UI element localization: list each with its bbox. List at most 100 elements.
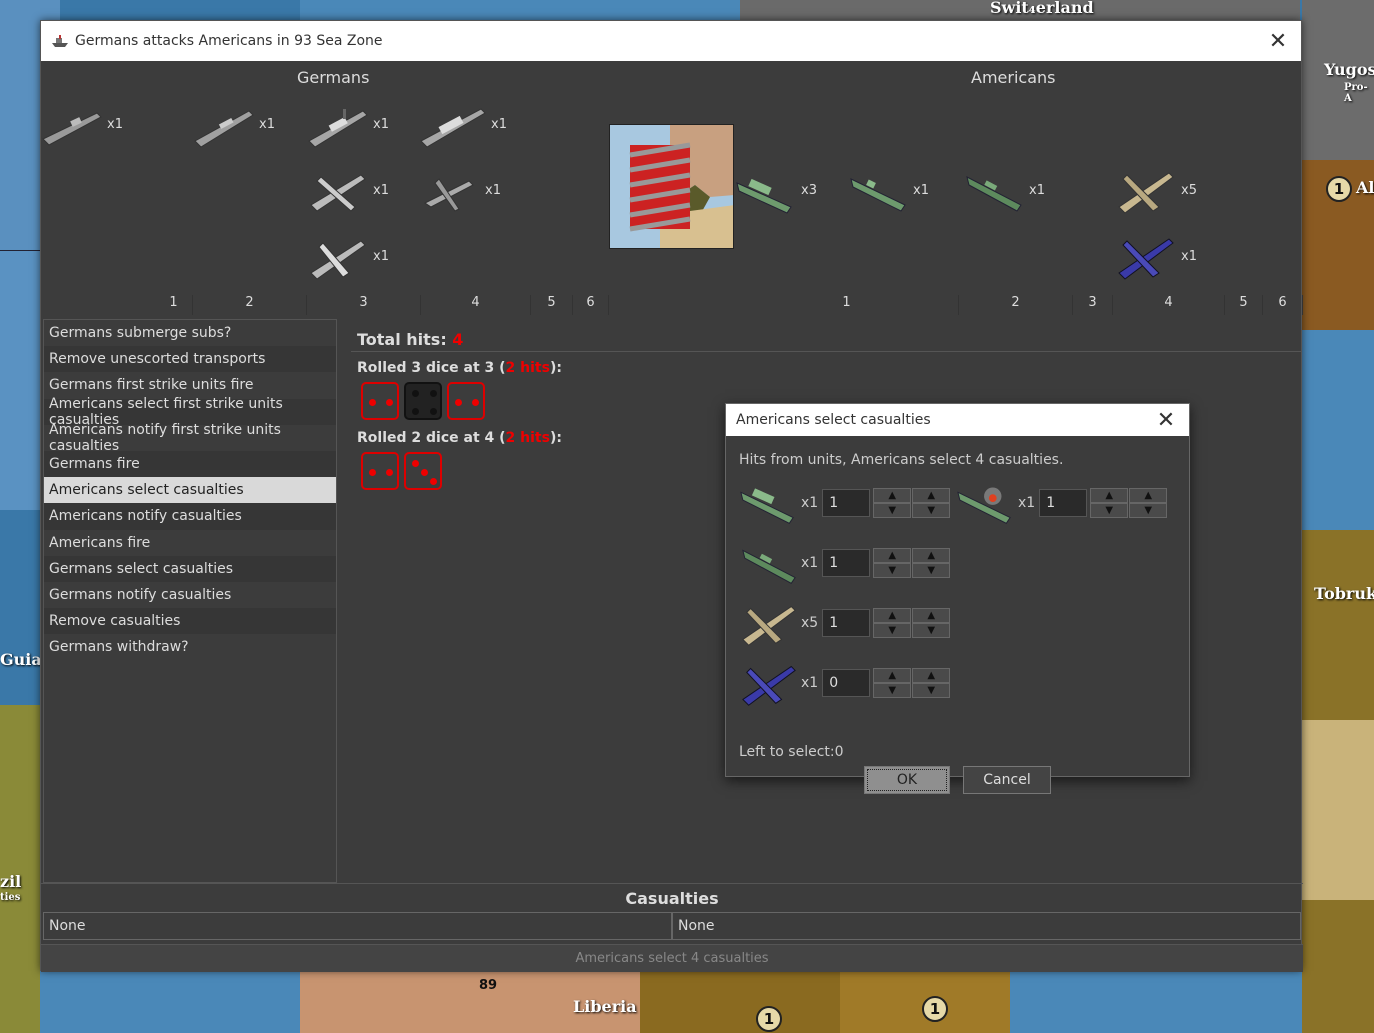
american-destroyer-unit: x1 bbox=[963, 165, 1045, 215]
battle-step-item[interactable]: Americans notify first strike units casu… bbox=[44, 422, 336, 454]
unit-count: x1 bbox=[801, 675, 819, 691]
dice-value-label: 5 bbox=[1225, 295, 1263, 315]
decrement-arrow-icon[interactable]: ▼ bbox=[873, 683, 912, 698]
battle-step-item[interactable]: Remove unescorted transports bbox=[44, 346, 336, 373]
dialog-titlebar[interactable]: Americans select casualties ✕ bbox=[726, 404, 1189, 436]
decrement-arrow-icon[interactable]: ▼ bbox=[873, 623, 912, 638]
battle-step-item[interactable]: Americans notify casualties bbox=[44, 503, 336, 530]
unit-count: x1 bbox=[1029, 182, 1045, 198]
sea-zone-number: 89 bbox=[479, 978, 498, 993]
casualty-row-damaged-transport: x1 1 ▲ ▼ ▲ ▼ bbox=[956, 478, 1168, 528]
battle-terrain-tile bbox=[609, 124, 734, 249]
battle-window-title: Germans attacks Americans in 93 Sea Zone bbox=[75, 33, 383, 49]
casualty-count-field[interactable]: 0 bbox=[822, 669, 871, 697]
increment-arrow-icon[interactable]: ▲ bbox=[1090, 488, 1129, 503]
increment-arrow-icon[interactable]: ▲ bbox=[873, 488, 912, 503]
casualty-count-field[interactable]: 1 bbox=[1039, 489, 1088, 517]
american-transport-unit: x3 bbox=[735, 165, 817, 215]
battle-step-item[interactable]: Americans fire bbox=[44, 530, 336, 556]
die-hit bbox=[361, 382, 399, 420]
battle-step-item[interactable]: Germans select casualties bbox=[44, 555, 336, 582]
roll-summary: Rolled 3 dice at 3 (2 hits): bbox=[351, 360, 1301, 376]
quantity-stepper: ▲ ▼ ▲ ▼ bbox=[872, 608, 951, 638]
american-fighter-unit: x5 bbox=[1115, 165, 1197, 215]
battle-step-item[interactable]: Americans select casualties bbox=[44, 477, 336, 504]
cruiser-icon bbox=[308, 109, 368, 148]
submarine-icon bbox=[42, 112, 102, 146]
damaged-transport-icon bbox=[957, 487, 1011, 524]
battle-step-item[interactable]: Germans submerge subs? bbox=[44, 320, 336, 346]
close-icon[interactable]: ✕ bbox=[1143, 404, 1189, 436]
casualty-row-destroyer: x1 1 ▲ ▼ ▲ ▼ bbox=[739, 538, 951, 588]
battleship-app-icon bbox=[52, 35, 68, 47]
map-label-al: Al bbox=[1356, 178, 1374, 197]
sea-zone bbox=[40, 971, 300, 1033]
increment-arrow-icon[interactable]: ▲ bbox=[873, 668, 912, 683]
dice-value-label: 3 bbox=[307, 295, 421, 315]
decrement-arrow-icon[interactable]: ▼ bbox=[873, 503, 912, 518]
die-pip bbox=[412, 390, 419, 397]
casualty-count-field[interactable]: 1 bbox=[822, 489, 871, 517]
quantity-stepper: ▲ ▼ ▲ ▼ bbox=[872, 488, 951, 518]
die-pip bbox=[386, 399, 393, 406]
roll-summary-prefix: Rolled 2 dice at 4 ( bbox=[357, 430, 506, 446]
battle-window-titlebar[interactable]: Germans attacks Americans in 93 Sea Zone… bbox=[41, 21, 1301, 61]
ok-button[interactable]: OK bbox=[864, 766, 950, 794]
europe-land bbox=[1302, 0, 1374, 160]
battle-step-item[interactable]: Americans select first strike units casu… bbox=[44, 396, 336, 428]
sea-zone bbox=[1302, 330, 1374, 530]
max-arrow-icon[interactable]: ▲ bbox=[912, 608, 951, 623]
die-hit bbox=[447, 382, 485, 420]
roll-hits-count: 2 hits bbox=[505, 430, 550, 446]
min-arrow-icon[interactable]: ▼ bbox=[912, 503, 951, 518]
casualty-count-field[interactable]: 1 bbox=[822, 549, 871, 577]
battle-step-item[interactable]: Remove casualties bbox=[44, 608, 336, 635]
battle-steps-list[interactable]: Germans submerge subs? Remove unescorted … bbox=[43, 319, 337, 883]
roll-summary-suffix: ): bbox=[549, 360, 562, 376]
die-pip bbox=[369, 399, 376, 406]
max-arrow-icon[interactable]: ▲ bbox=[1129, 488, 1168, 503]
max-arrow-icon[interactable]: ▲ bbox=[912, 488, 951, 503]
battle-step-item[interactable]: Germans first strike units fire bbox=[44, 372, 336, 398]
close-icon[interactable]: ✕ bbox=[1255, 21, 1301, 61]
min-arrow-icon[interactable]: ▼ bbox=[912, 563, 951, 578]
decrement-arrow-icon[interactable]: ▼ bbox=[1090, 503, 1129, 518]
dice-value-label: 4 bbox=[1113, 295, 1225, 315]
decrement-arrow-icon[interactable]: ▼ bbox=[873, 563, 912, 578]
destroyer-icon bbox=[742, 549, 796, 584]
american-naval-fighter-unit: x1 bbox=[1115, 231, 1197, 281]
map-label-pro-axis: Pro-A bbox=[1344, 82, 1368, 104]
defender-casualties: None bbox=[672, 912, 1301, 940]
min-arrow-icon[interactable]: ▼ bbox=[1129, 503, 1168, 518]
unit-count: x1 bbox=[1018, 495, 1036, 511]
dice-value-label: 6 bbox=[1263, 295, 1303, 315]
desert-land bbox=[1302, 720, 1374, 900]
unit-count: x1 bbox=[801, 495, 819, 511]
sea-zone bbox=[0, 250, 40, 510]
bomber-icon bbox=[310, 174, 366, 212]
roll-summary-suffix: ): bbox=[549, 430, 562, 446]
quantity-stepper: ▲ ▼ ▲ ▼ bbox=[872, 548, 951, 578]
battle-step-item[interactable]: Germans fire bbox=[44, 450, 336, 478]
map-label-brazil: zil bbox=[0, 872, 22, 891]
casualty-count-field[interactable]: 1 bbox=[822, 609, 871, 637]
min-arrow-icon[interactable]: ▼ bbox=[912, 683, 951, 698]
max-arrow-icon[interactable]: ▲ bbox=[912, 548, 951, 563]
cancel-button[interactable]: Cancel bbox=[963, 766, 1051, 794]
unit-count: x3 bbox=[801, 182, 817, 198]
dialog-info: Hits from units, Americans select 4 casu… bbox=[739, 452, 1064, 468]
dice-value-label: 3 bbox=[1073, 295, 1113, 315]
max-arrow-icon[interactable]: ▲ bbox=[912, 668, 951, 683]
total-hits-value: 4 bbox=[452, 330, 464, 349]
dialog-title: Americans select casualties bbox=[736, 412, 931, 428]
battle-step-item[interactable]: Germans notify casualties bbox=[44, 582, 336, 608]
dice-value-label: 1 bbox=[155, 295, 193, 315]
production-badge: 1 bbox=[1326, 176, 1352, 202]
increment-arrow-icon[interactable]: ▲ bbox=[873, 548, 912, 563]
min-arrow-icon[interactable]: ▼ bbox=[912, 623, 951, 638]
battleship-icon bbox=[420, 108, 486, 148]
increment-arrow-icon[interactable]: ▲ bbox=[873, 608, 912, 623]
transport-icon bbox=[736, 178, 792, 214]
battle-step-item[interactable]: Germans withdraw? bbox=[44, 634, 336, 660]
die-hit bbox=[361, 452, 399, 490]
